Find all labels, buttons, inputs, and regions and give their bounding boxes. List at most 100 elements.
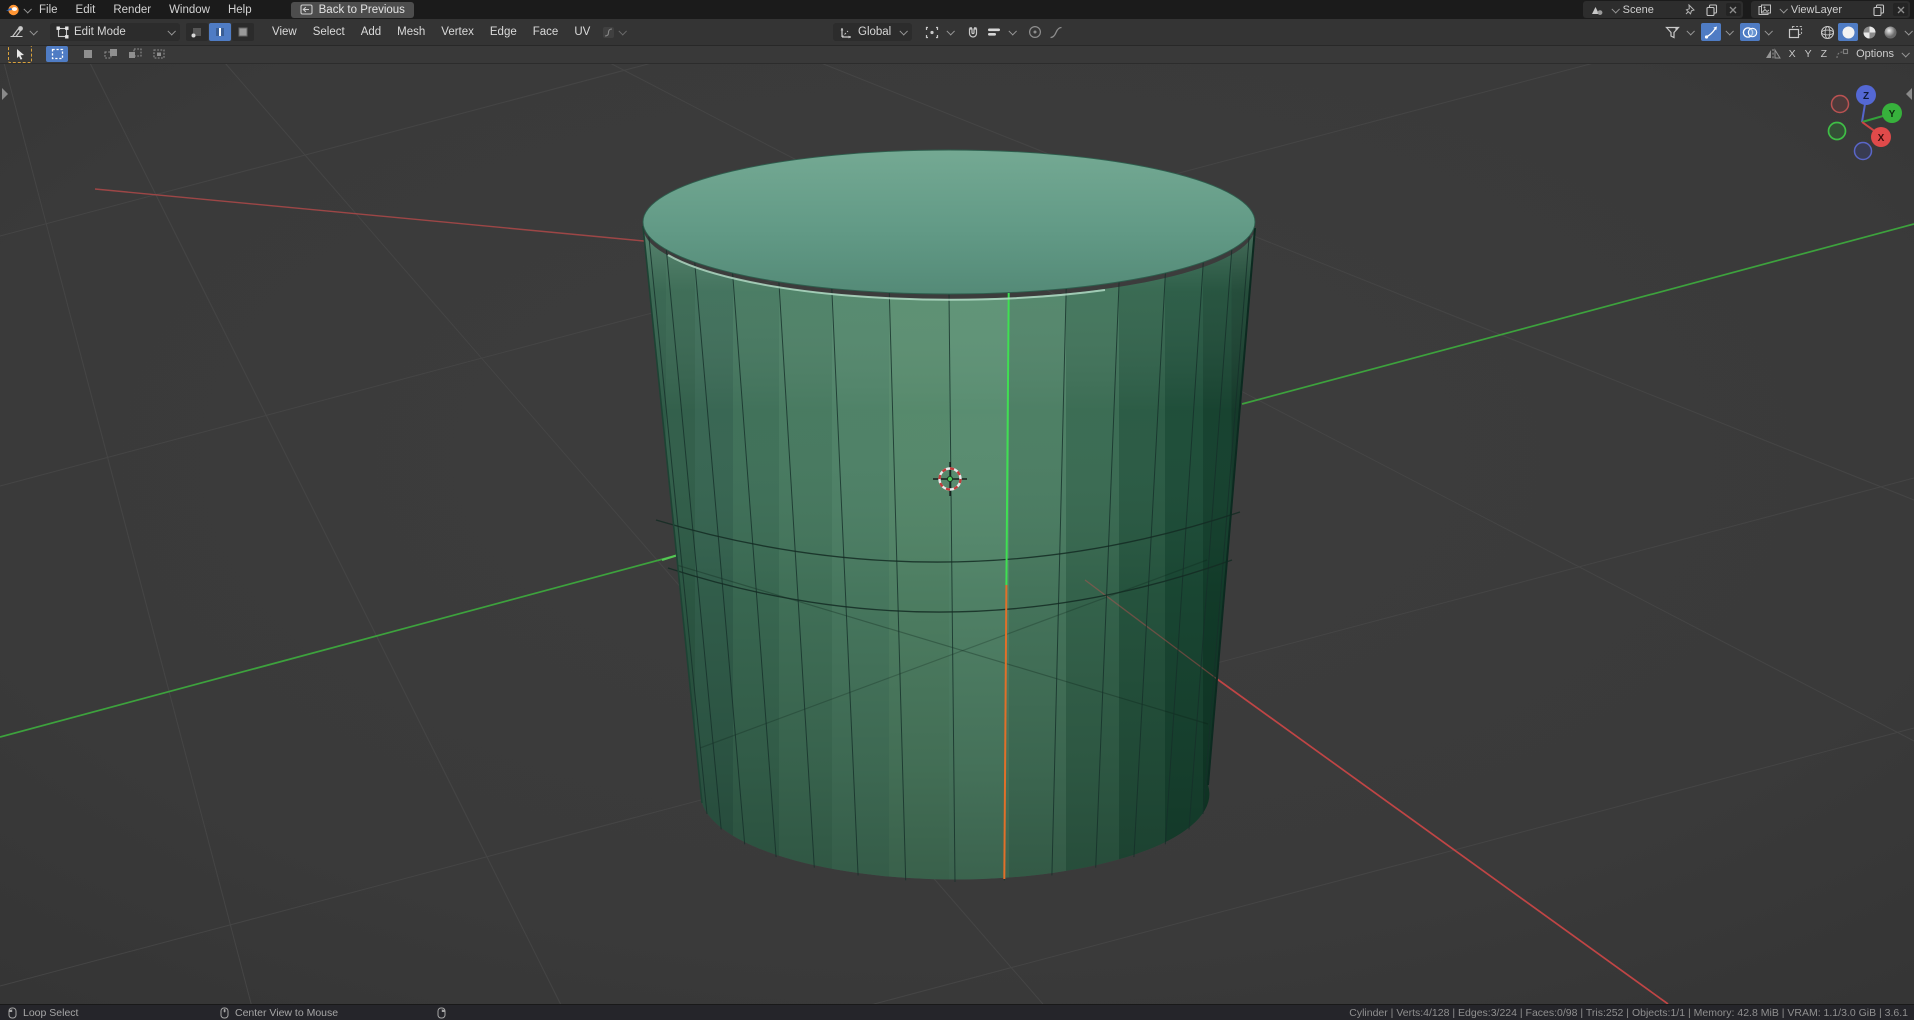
magnet-icon xyxy=(966,25,980,39)
falloff-curve-icon xyxy=(602,26,615,39)
object-visibility-button[interactable] xyxy=(1662,23,1682,41)
show-gizmo-button[interactable] xyxy=(1701,23,1721,41)
proportional-circle-icon xyxy=(1028,25,1042,39)
scene-name[interactable]: Scene xyxy=(1623,4,1680,16)
menu-view[interactable]: View xyxy=(264,26,305,38)
select-mode-subtract-button[interactable] xyxy=(124,46,146,62)
shading-material-button[interactable] xyxy=(1859,23,1879,41)
viewlayer-remove-button[interactable] xyxy=(1893,3,1908,16)
gizmo-icon xyxy=(1704,25,1719,39)
viewport-3d[interactable]: Z Y X xyxy=(0,63,1914,1004)
menu-edge[interactable]: Edge xyxy=(482,26,525,38)
select-mode-new-button[interactable] xyxy=(76,46,98,62)
select-mode-edge-button[interactable] xyxy=(209,23,231,41)
mirror-z-toggle[interactable]: Z xyxy=(1820,48,1828,60)
menu-vertex[interactable]: Vertex xyxy=(433,26,482,38)
menu-help[interactable]: Help xyxy=(219,4,261,16)
viewport-canvas: Z Y X xyxy=(0,63,1914,1004)
shading-chevron-icon xyxy=(1904,27,1912,35)
snap-base-icon[interactable] xyxy=(1835,48,1849,60)
wireframe-sphere-icon xyxy=(1820,25,1835,40)
falloff-chevron-icon xyxy=(619,27,627,35)
editor-type-chevron-icon xyxy=(29,27,37,35)
smooth-falloff-icon xyxy=(1049,26,1063,39)
menu-file[interactable]: File xyxy=(30,4,67,16)
snap-toggle-button[interactable] xyxy=(963,23,983,41)
mouse-left-icon xyxy=(8,1007,17,1019)
scene-selector: Scene xyxy=(1583,1,1743,18)
viewlayer-browse-button[interactable] xyxy=(1753,1,1791,18)
mouse-middle-icon xyxy=(220,1007,229,1019)
menu-render[interactable]: Render xyxy=(104,4,160,16)
select-mode-vertex-button[interactable] xyxy=(186,23,208,41)
menu-edit[interactable]: Edit xyxy=(67,4,105,16)
viewlayer-chevron-icon xyxy=(1779,5,1787,13)
tool-options-cluster: X Y Z Options xyxy=(1765,48,1908,60)
gizmo-minus-z-ball[interactable] xyxy=(1855,143,1872,160)
scene-chevron-icon xyxy=(1611,5,1619,13)
show-overlays-button[interactable] xyxy=(1740,23,1760,41)
menu-mesh[interactable]: Mesh xyxy=(389,26,433,38)
origin-point xyxy=(947,476,952,481)
scene-browse-button[interactable] xyxy=(1585,1,1623,18)
mouse-right-icon xyxy=(437,1007,446,1019)
menu-select[interactable]: Select xyxy=(305,26,353,38)
cylinder-top-face xyxy=(643,150,1255,294)
scene-pin-button[interactable] xyxy=(1680,1,1701,18)
select-mode-intersect-button[interactable] xyxy=(148,46,170,62)
snap-with-button[interactable] xyxy=(984,23,1004,41)
orientation-chevron-icon xyxy=(900,27,908,35)
blender-logo-icon[interactable] xyxy=(0,4,24,16)
options-label: Options xyxy=(1856,48,1894,60)
viewlayer-selector: ViewLayer xyxy=(1751,1,1910,18)
blender-window: { "topbar": { "menus": ["File", "Edit", … xyxy=(0,0,1914,1019)
select-new-icon xyxy=(81,48,94,60)
select-extend-icon xyxy=(104,48,118,60)
rendered-sphere-icon xyxy=(1883,25,1898,40)
options-dropdown[interactable]: Options xyxy=(1856,48,1908,60)
scene-statistics: Cylinder | Verts:4/128 | Edges:3/224 | F… xyxy=(1349,1007,1908,1019)
menu-uv[interactable]: UV xyxy=(566,26,598,38)
proportional-editing-button[interactable] xyxy=(1025,23,1045,41)
close-icon xyxy=(1897,6,1905,14)
mirror-icon xyxy=(1765,48,1781,60)
pivot-chevron-icon xyxy=(947,27,955,35)
cylinder-mesh[interactable] xyxy=(640,150,1260,890)
viewlayer-new-button[interactable] xyxy=(1868,1,1890,18)
proportional-falloff-icon-button[interactable] xyxy=(1046,23,1066,41)
status-bar: Loop Select Center View to Mouse Cylinde… xyxy=(0,1004,1914,1020)
select-mode-extend-button[interactable] xyxy=(100,46,122,62)
proportional-falloff-dropdown[interactable] xyxy=(598,23,629,41)
back-arrow-icon xyxy=(300,4,313,15)
toggle-xray-button[interactable] xyxy=(1785,23,1805,41)
face-select-icon xyxy=(237,26,249,38)
gizmo-minus-y-ball[interactable] xyxy=(1829,123,1846,140)
select-mode-face-button[interactable] xyxy=(232,23,254,41)
pin-icon xyxy=(1685,4,1696,15)
gizmo-z-label: Z xyxy=(1863,91,1869,102)
cursor-arrow-icon xyxy=(15,48,26,60)
overlays-icon xyxy=(1742,26,1758,39)
pivot-point-button[interactable] xyxy=(922,23,942,41)
menu-add[interactable]: Add xyxy=(353,26,389,38)
shading-solid-button[interactable] xyxy=(1838,23,1858,41)
duplicate-icon xyxy=(1706,4,1718,16)
menu-window[interactable]: Window xyxy=(160,4,219,16)
select-box-tool-button[interactable] xyxy=(46,46,68,62)
scene-unlink-button[interactable] xyxy=(1726,3,1741,16)
editor-type-button[interactable] xyxy=(5,23,40,41)
mode-dropdown[interactable]: Edit Mode xyxy=(50,23,180,41)
shading-wireframe-button[interactable] xyxy=(1817,23,1837,41)
mirror-y-toggle[interactable]: Y xyxy=(1804,48,1813,60)
orientation-dropdown[interactable]: Global xyxy=(833,23,912,41)
scene-new-button[interactable] xyxy=(1701,1,1723,18)
active-tool-tweak-button[interactable] xyxy=(8,45,32,63)
vertex-select-icon xyxy=(191,26,203,38)
gizmo-minus-x-ball[interactable] xyxy=(1832,96,1849,113)
back-to-previous-button[interactable]: Back to Previous xyxy=(291,2,414,18)
shading-rendered-button[interactable] xyxy=(1880,23,1900,41)
mirror-x-toggle[interactable]: X xyxy=(1788,48,1797,60)
viewlayer-name[interactable]: ViewLayer xyxy=(1791,4,1868,16)
menu-face[interactable]: Face xyxy=(525,26,567,38)
viewport-toggle-cluster xyxy=(1656,23,1911,41)
